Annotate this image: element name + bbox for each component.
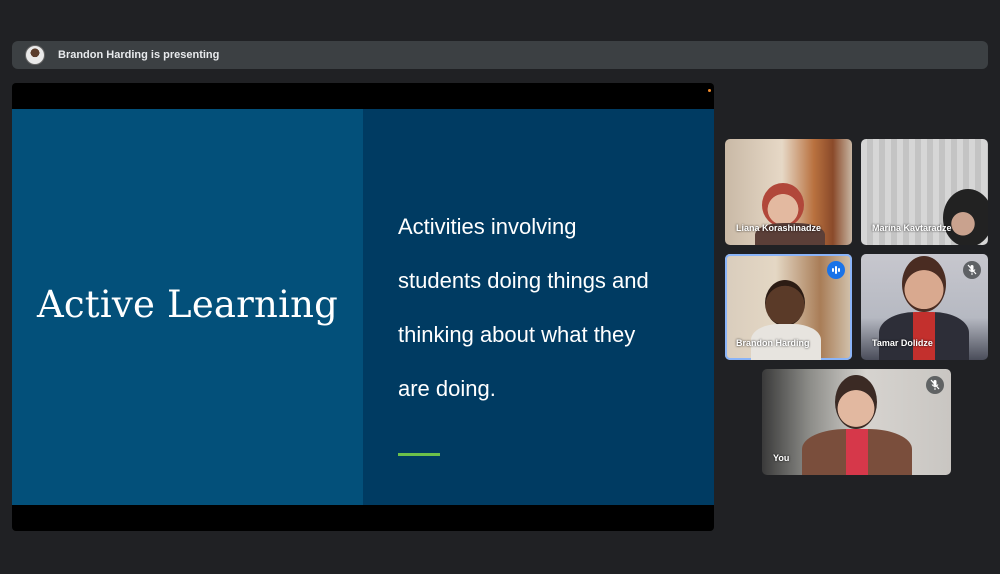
slide-title: Active Learning xyxy=(36,282,339,326)
participant-video-face xyxy=(835,375,877,429)
participant-tile-liana[interactable]: Liana Korashinadze xyxy=(725,139,852,245)
recording-dot xyxy=(708,89,711,92)
slide-title-panel: Active Learning xyxy=(12,109,363,505)
slide-body-line: students doing things and xyxy=(398,268,649,293)
participant-video-face xyxy=(943,189,988,245)
presenter-banner-text: Brandon Harding is presenting xyxy=(58,49,220,61)
presenter-avatar xyxy=(25,45,45,65)
slide-content-panel: Activities involving students doing thin… xyxy=(363,109,714,505)
mic-off-icon xyxy=(926,376,944,394)
audio-levels-icon xyxy=(827,261,845,279)
shared-presentation[interactable]: Active Learning Activities involving stu… xyxy=(12,83,714,531)
slide-accent-line xyxy=(398,453,440,456)
participant-video-face xyxy=(765,280,805,326)
participant-name: You xyxy=(773,453,790,463)
slide-body-text: Activities involving students doing thin… xyxy=(398,200,698,416)
mic-off-icon xyxy=(963,261,981,279)
participant-name: Tamar Dolidze xyxy=(872,338,933,348)
slide: Active Learning Activities involving stu… xyxy=(12,109,714,505)
participant-video-face xyxy=(902,256,946,312)
slide-body-line: thinking about what they xyxy=(398,322,636,347)
participant-tile-brandon[interactable]: Brandon Harding xyxy=(725,254,852,360)
participant-video-body xyxy=(802,429,912,475)
participant-tile-tamar[interactable]: Tamar Dolidze xyxy=(861,254,988,360)
presenter-banner: Brandon Harding is presenting xyxy=(12,41,988,69)
participant-video-body xyxy=(879,312,969,360)
slide-body-line: Activities involving xyxy=(398,214,577,239)
slide-body-line: are doing. xyxy=(398,376,496,401)
participant-name: Liana Korashinadze xyxy=(736,223,822,233)
participant-name: Marina Kavtaradze xyxy=(872,223,952,233)
participant-tile-you[interactable]: You xyxy=(762,369,951,475)
participant-video-face xyxy=(762,183,804,227)
participant-name: Brandon Harding xyxy=(736,338,810,348)
participant-tile-marina[interactable]: Marina Kavtaradze xyxy=(861,139,988,245)
